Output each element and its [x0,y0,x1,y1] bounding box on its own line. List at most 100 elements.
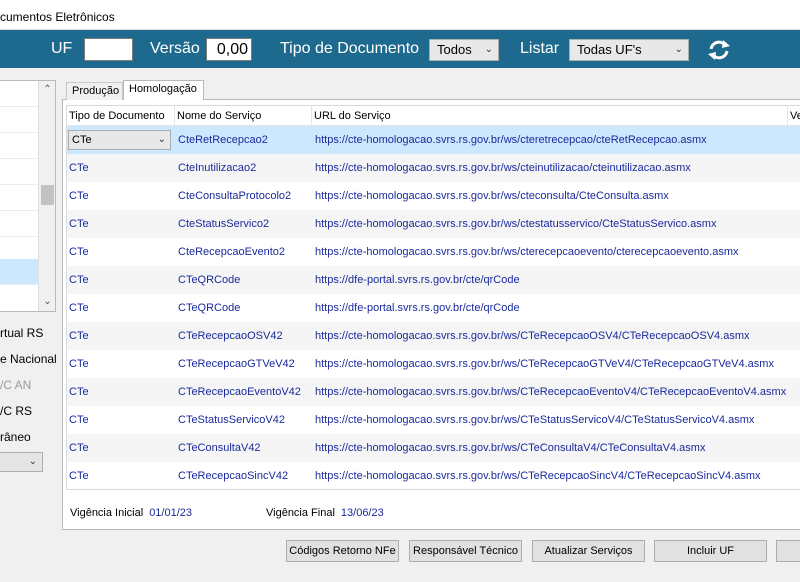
cell-nome-servico: CteInutilizacao2 [178,162,257,174]
list-item[interactable] [0,133,38,159]
cell-url-servico: https://cte-homologacao.svrs.rs.gov.br/w… [315,470,761,482]
table-row-selected[interactable]: CTe ⌄ CteRetRecepcao2 https://cte-homologac… [67,126,800,154]
list-item[interactable] [0,159,38,185]
listar-value: Todas UF's [577,42,642,57]
cell-nome-servico: CTeRecepcaoEventoV42 [178,386,301,398]
table-row[interactable]: CTe CteConsultaProtocolo2 https://cte-homo… [67,182,800,210]
versao-input[interactable]: 0,00 [206,38,252,61]
table-row[interactable]: CTe CTeConsultaV42 https://cte-homologacao… [67,434,800,462]
list-item[interactable] [0,107,38,133]
cell-url-servico: https://cte-homologacao.svrs.rs.gov.br/w… [315,134,707,146]
chevron-down-icon: ⌄ [484,44,493,55]
tipo-documento-cell-select[interactable]: CTe ⌄ [68,130,171,150]
cell-url-servico: https://cte-homologacao.svrs.rs.gov.br/w… [315,190,669,202]
filter-bar: UF Versão 0,00 Tipo de Documento Todos ⌄… [0,30,800,68]
table-row[interactable]: CTe CteStatusServico2 https://cte-homologa… [67,210,800,238]
refresh-icon[interactable] [706,38,732,62]
cell-nome-servico: CTeConsultaV42 [178,442,261,454]
cell-tipo: CTe [69,442,89,454]
cell-nome-servico: CteRecepcaoEvento2 [178,246,286,258]
table-row[interactable]: CTe CTeQRCode https://dfe-portal.svrs.rs.g… [67,266,800,294]
tipo-documento-value: Todos [437,42,472,57]
vigencia-final-label: Vigência Final [266,507,335,519]
cell-nome-servico: CTeRecepcaoOSV42 [178,330,283,342]
cell-nome-servico: CTeQRCode [178,274,241,286]
cell-tipo: CTe [69,190,89,202]
cell-tipo: CTe [69,386,89,398]
tipo-documento-label: Tipo de Documento [280,40,420,57]
cell-tipo: CTe [69,162,89,174]
table-row[interactable]: CTe CTeRecepcaoOSV42 https://cte-homologac… [67,322,800,350]
cell-tipo: CTe [72,134,92,146]
cell-url-servico: https://dfe-portal.svrs.rs.gov.br/cte/qr… [315,302,520,314]
services-grid: Tipo de Documento Nome do Serviço URL do… [66,105,800,490]
cell-url-servico: https://cte-homologacao.svrs.rs.gov.br/w… [315,218,717,230]
listar-select[interactable]: Todas UF's ⌄ [569,39,689,61]
tipo-documento-select[interactable]: Todos ⌄ [429,39,499,61]
atualizar-servicos-button[interactable]: Atualizar Serviços [532,540,645,562]
cell-nome-servico: CteConsultaProtocolo2 [178,190,292,202]
list-item[interactable] [0,211,38,237]
responsavel-tecnico-button[interactable]: Responsável Técnico [409,540,522,562]
scroll-up-icon[interactable]: ⌃ [39,81,56,99]
vigencia-final: Vigência Final 13/06/23 [266,507,384,519]
left-option-1[interactable]: rtual RS [0,326,43,340]
cell-nome-servico: CteStatusServico2 [178,218,270,230]
incluir-uf-button[interactable]: Incluir UF [654,540,767,562]
cell-nome-servico: CteRetRecepcao2 [178,134,268,146]
chevron-down-icon: ⌄ [674,44,683,55]
codigos-retorno-button[interactable]: Códigos Retorno NFe [286,540,399,562]
cell-tipo: CTe [69,414,89,426]
cell-nome-servico: CTeRecepcaoGTVeV42 [178,358,295,370]
col-header-tipo[interactable]: Tipo de Documento [67,106,175,126]
table-row[interactable]: CTe CTeRecepcaoSincV42 https://cte-homolog… [67,462,800,489]
window-title: cumentos Eletrônicos [0,10,115,24]
table-row[interactable]: CTe CteInutilizacao2 https://cte-homologac… [67,154,800,182]
left-list: ⌃ ⌄ [0,80,56,312]
list-item-selected[interactable] [0,259,38,285]
cell-url-servico: https://cte-homologacao.svrs.rs.gov.br/w… [315,414,755,426]
table-row[interactable]: CTe CteRecepcaoEvento2 https://cte-homolog… [67,238,800,266]
tab-producao[interactable]: Produção [66,82,123,100]
grid-header: Tipo de Documento Nome do Serviço URL do… [67,106,800,126]
vigencia-inicial-label: Vigência Inicial [70,507,144,519]
left-list-scrollbar[interactable]: ⌃ ⌄ [38,81,55,311]
col-header-url[interactable]: URL do Serviço [312,106,788,126]
cell-tipo: CTe [69,358,89,370]
cell-nome-servico: CTeStatusServicoV42 [178,414,285,426]
cell-tipo: CTe [69,330,89,342]
uf-input[interactable] [84,38,133,61]
col-header-nome[interactable]: Nome do Serviço [175,106,312,126]
list-item[interactable] [0,81,38,107]
cell-url-servico: https://cte-homologacao.svrs.rs.gov.br/w… [315,358,774,370]
left-option-4[interactable]: /C RS [0,404,32,418]
left-combo[interactable]: ⌄ [0,452,43,472]
chevron-down-icon: ⌄ [157,134,166,145]
left-option-2[interactable]: e Nacional [0,352,57,366]
table-row[interactable]: CTe CTeQRCode https://dfe-portal.svrs.rs.g… [67,294,800,322]
cell-url-servico: https://cte-homologacao.svrs.rs.gov.br/w… [315,246,739,258]
versao-label: Versão [150,40,200,57]
vigencia-final-value: 13/06/23 [340,507,384,519]
vigencia-inicial: Vigência Inicial 01/01/23 [70,507,192,519]
cell-url-servico: https://cte-homologacao.svrs.rs.gov.br/w… [315,442,706,454]
left-option-3[interactable]: /C AN [0,378,31,392]
cell-url-servico: https://cte-homologacao.svrs.rs.gov.br/w… [315,330,750,342]
scroll-down-icon[interactable]: ⌄ [39,293,56,311]
cell-nome-servico: CTeQRCode [178,302,241,314]
extra-button[interactable] [776,540,800,562]
cell-nome-servico: CTeRecepcaoSincV42 [178,470,289,482]
tab-homologacao[interactable]: Homologação [123,80,204,100]
uf-label: UF [51,40,73,57]
list-item[interactable] [0,185,38,211]
cell-tipo: CTe [69,470,89,482]
cell-url-servico: https://cte-homologacao.svrs.rs.gov.br/w… [315,162,691,174]
table-row[interactable]: CTe CTeStatusServicoV42 https://cte-homolo… [67,406,800,434]
scroll-thumb[interactable] [41,185,54,205]
cell-url-servico: https://cte-homologacao.svrs.rs.gov.br/w… [315,386,787,398]
table-row[interactable]: CTe CTeRecepcaoGTVeV42 https://cte-homolog… [67,350,800,378]
left-option-5[interactable]: râneo [0,430,31,444]
col-header-versao[interactable]: Ve [788,106,800,126]
table-row[interactable]: CTe CTeRecepcaoEventoV42 https://cte-homol… [67,378,800,406]
title-bar: cumentos Eletrônicos [0,0,800,30]
